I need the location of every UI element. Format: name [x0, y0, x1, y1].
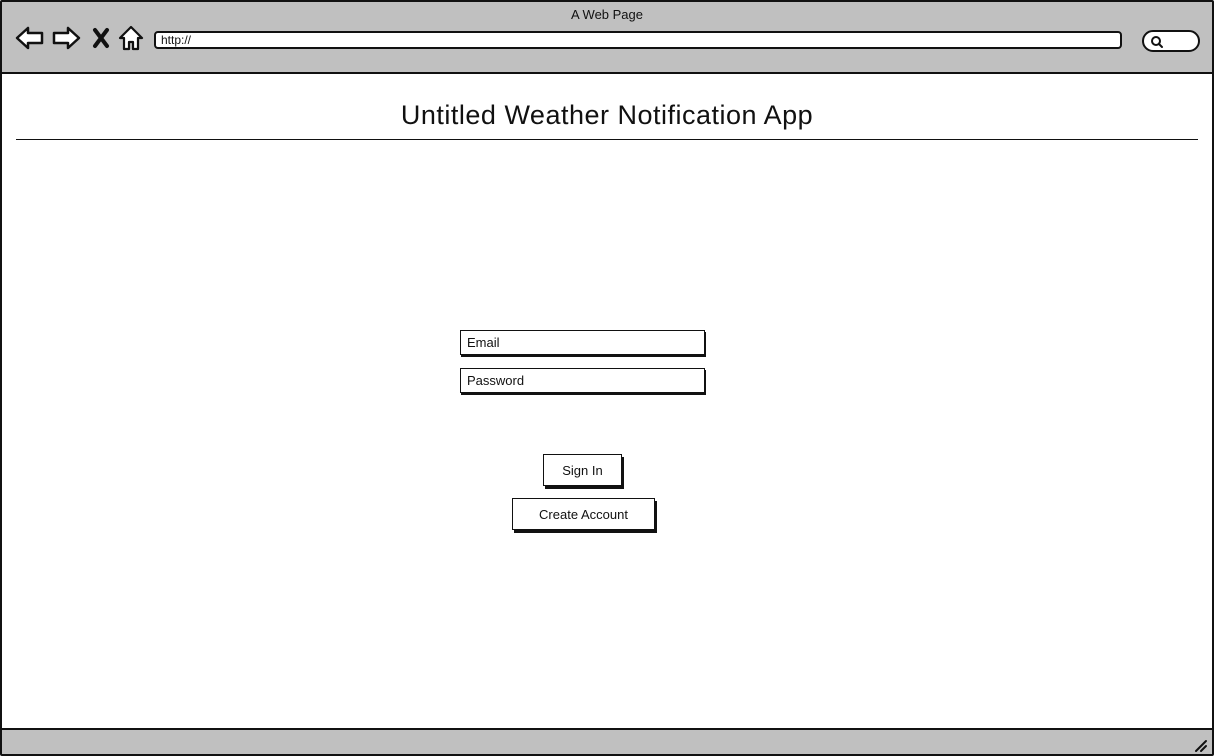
window-title: A Web Page: [570, 7, 644, 22]
browser-window: A Web Page http:// Untitled Weather Noti…: [0, 0, 1214, 756]
page-title: Untitled Weather Notification App: [400, 100, 814, 130]
password-field[interactable]: [460, 368, 705, 393]
email-field[interactable]: [460, 330, 705, 355]
search-box[interactable]: [1142, 30, 1200, 52]
home-icon[interactable]: [116, 22, 148, 54]
sign-in-button[interactable]: Sign In: [543, 454, 622, 486]
create-account-button[interactable]: Create Account: [512, 498, 655, 530]
status-bar: [2, 728, 1212, 754]
page-content: Untitled Weather Notification App Sign I…: [2, 74, 1212, 728]
resize-grip-icon[interactable]: [1192, 737, 1208, 753]
browser-toolbar: A Web Page http://: [2, 2, 1212, 74]
back-arrow-icon[interactable]: [14, 22, 46, 54]
forward-arrow-icon[interactable]: [50, 22, 82, 54]
search-icon: [1151, 36, 1163, 48]
address-bar[interactable]: http://: [154, 31, 1122, 49]
title-divider: [16, 139, 1198, 140]
